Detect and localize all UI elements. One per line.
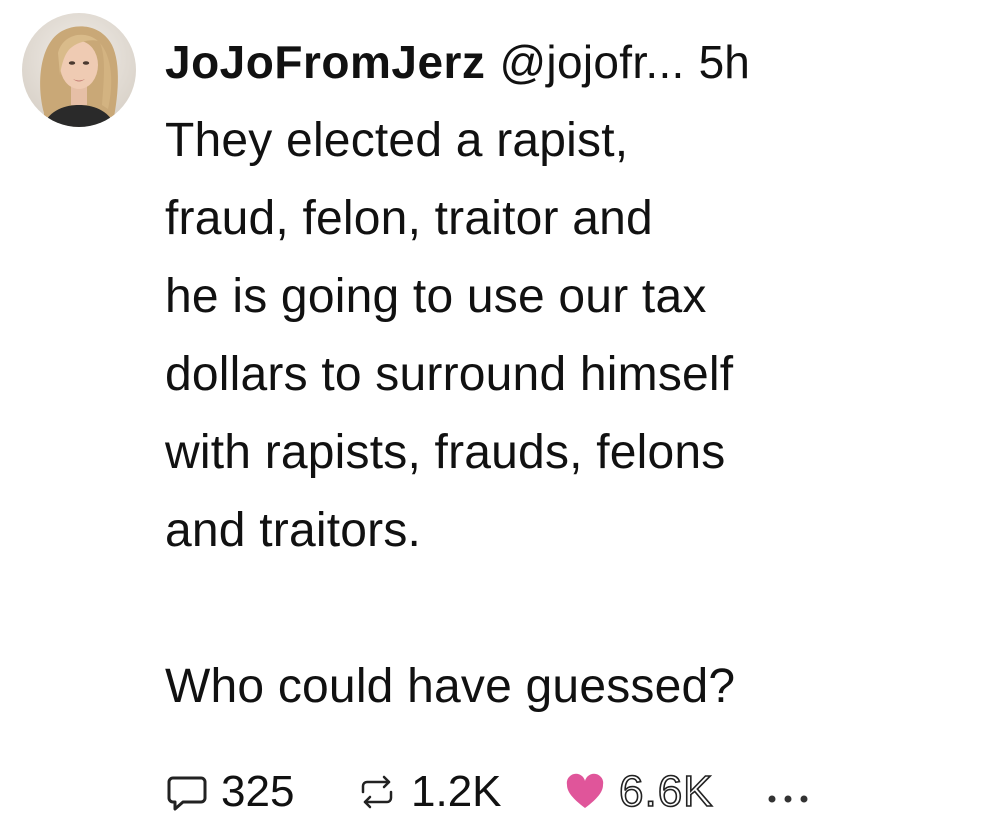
more-options-button[interactable] [765, 772, 811, 812]
repost-count: 1.2K [411, 767, 502, 816]
more-dots-icon [765, 767, 811, 817]
heart-icon [563, 770, 607, 814]
repost-arrows-icon [355, 770, 399, 814]
post-header: JoJoFromJerz @jojofr... 5h [165, 30, 750, 94]
post-actions-bar: 325 1.2K 6.6K [165, 760, 811, 824]
like-button[interactable]: 6.6K [563, 766, 765, 817]
post-card: JoJoFromJerz @jojofr... 5h They elected … [0, 0, 1000, 839]
avatar-photo [22, 13, 136, 127]
like-count: 6.6K [618, 766, 714, 817]
reply-bubble-icon [165, 770, 209, 814]
post-body: They elected a rapist, fraud, felon, tra… [165, 102, 985, 726]
post-timestamp[interactable]: 5h [699, 30, 750, 94]
author-handle[interactable]: @jojofr... [499, 30, 684, 94]
reply-button[interactable]: 325 [165, 767, 355, 817]
reply-count: 325 [221, 767, 295, 816]
repost-button[interactable]: 1.2K [355, 767, 563, 817]
author-avatar[interactable] [22, 13, 136, 127]
post-body-paragraph: They elected a rapist, fraud, felon, tra… [165, 114, 734, 557]
author-display-name[interactable]: JoJoFromJerz [165, 30, 485, 94]
post-body-paragraph: Who could have guessed? [165, 660, 736, 713]
